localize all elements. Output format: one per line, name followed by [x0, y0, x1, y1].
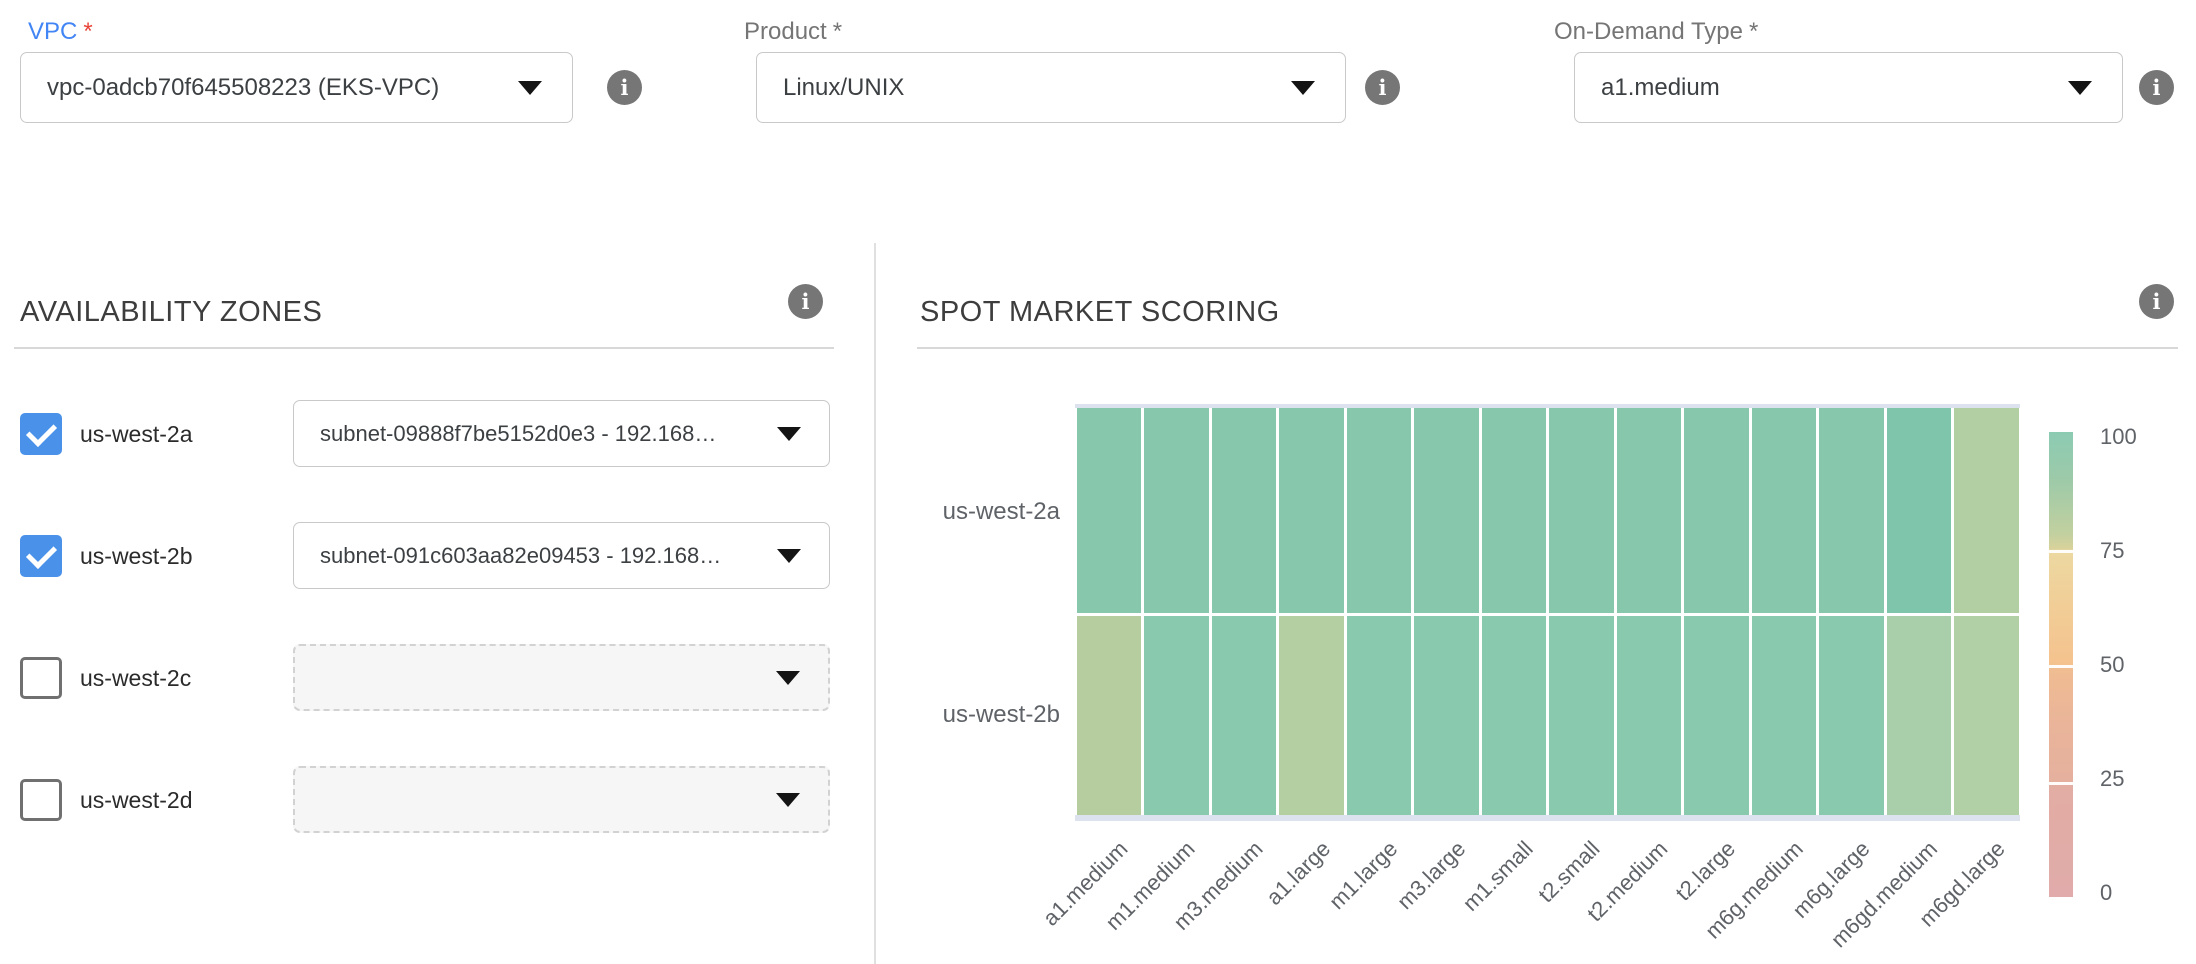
- field-select-value: Linux/UNIX: [783, 74, 904, 102]
- product-info-icon[interactable]: i: [1365, 70, 1400, 105]
- heatmap-cell-us-west-2b-m1.medium: [1144, 616, 1209, 815]
- caret-down-icon: [1291, 81, 1315, 95]
- colorbar-tick-75: 75: [2100, 538, 2124, 564]
- colorbar-segment-gap: [2049, 665, 2073, 668]
- heatmap-cell-us-west-2a-a1.medium: [1077, 408, 1142, 613]
- spot-scoring-heatmap: [1075, 404, 2020, 821]
- field-select-value: vpc-0adcb70f645508223 (EKS-VPC): [47, 74, 439, 102]
- zone-label: us-west-2d: [80, 786, 192, 814]
- heatmap-cell-us-west-2a-a1.large: [1279, 408, 1344, 613]
- heatmap-cell-us-west-2b-t2.small: [1549, 616, 1614, 815]
- required-asterisk: *: [1749, 18, 1758, 45]
- zone-checkbox-us-west-2a[interactable]: [20, 413, 62, 455]
- zone-checkbox-us-west-2c[interactable]: [20, 657, 62, 699]
- spot-configuration-page: AVAILABILITY ZONES i SPOT MARKET SCORING…: [0, 0, 2196, 964]
- availability-zones-info-icon[interactable]: i: [788, 284, 823, 319]
- heatmap-cell-us-west-2b-m6g.large: [1819, 616, 1884, 815]
- x-axis-label-m1.small: m1.small: [1458, 836, 1539, 917]
- heatmap-cell-us-west-2a-m3.large: [1414, 408, 1479, 613]
- field-label: Product*: [744, 18, 842, 46]
- y-axis-label-us-west-2a: us-west-2a: [900, 498, 1060, 526]
- on-demand-type-select[interactable]: a1.medium: [1574, 52, 2123, 123]
- heatmap-cell-us-west-2a-m1.medium: [1144, 408, 1209, 613]
- field-label-text: VPC: [28, 18, 77, 45]
- colorbar-segment-gap: [2049, 550, 2073, 553]
- heatmap-bottom-edge: [1075, 815, 2020, 821]
- heatmap-cell-us-west-2b-t2.medium: [1617, 616, 1682, 815]
- field-label-text: On-Demand Type: [1554, 18, 1743, 45]
- availability-zones-divider: [14, 347, 834, 349]
- subnet-select-value: subnet-091c603aa82e09453 - 192.168…: [320, 543, 721, 569]
- field-label-text: Product: [744, 18, 827, 45]
- colorbar-segment-gap: [2049, 782, 2073, 785]
- zone-label: us-west-2b: [80, 542, 192, 570]
- heatmap-cell-us-west-2a-t2.small: [1549, 408, 1614, 613]
- x-axis-label-m3.large: m3.large: [1392, 836, 1471, 915]
- field-label: On-Demand Type*: [1554, 18, 1758, 46]
- vpc-info-icon[interactable]: i: [607, 70, 642, 105]
- caret-down-icon: [2068, 81, 2092, 95]
- heatmap-cell-us-west-2b-m6gd.large: [1954, 616, 2019, 815]
- spot-market-scoring-title: SPOT MARKET SCORING: [920, 296, 1280, 329]
- subnet-select-us-west-2c[interactable]: [293, 644, 830, 711]
- caret-down-icon: [518, 81, 542, 95]
- on-demand-type-info-icon[interactable]: i: [2139, 70, 2174, 105]
- vpc-select[interactable]: vpc-0adcb70f645508223 (EKS-VPC): [20, 52, 573, 123]
- subnet-select-us-west-2a[interactable]: subnet-09888f7be5152d0e3 - 192.168…: [293, 400, 830, 467]
- heatmap-cell-us-west-2a-m1.small: [1482, 408, 1547, 613]
- heatmap-cell-us-west-2a-m6gd.large: [1954, 408, 2019, 613]
- subnet-select-us-west-2d[interactable]: [293, 766, 830, 833]
- heatmap-cell-us-west-2b-m6g.medium: [1752, 616, 1817, 815]
- heatmap-cell-us-west-2a-m1.large: [1347, 408, 1412, 613]
- heatmap-cell-us-west-2a-m3.medium: [1212, 408, 1277, 613]
- caret-down-icon: [776, 671, 800, 685]
- subnet-select-value: subnet-09888f7be5152d0e3 - 192.168…: [320, 421, 716, 447]
- caret-down-icon: [777, 549, 801, 563]
- heatmap-cell-us-west-2b-m6gd.medium: [1887, 616, 1952, 815]
- colorbar: [2049, 432, 2073, 897]
- vertical-section-divider: [874, 243, 876, 964]
- heatmap-cell-us-west-2a-t2.large: [1684, 408, 1749, 613]
- heatmap-cell-us-west-2b-a1.large: [1279, 616, 1344, 815]
- field-label: VPC*: [28, 18, 93, 46]
- y-axis-label-us-west-2b: us-west-2b: [900, 701, 1060, 729]
- colorbar-tick-50: 50: [2100, 652, 2124, 678]
- required-asterisk: *: [83, 18, 92, 45]
- subnet-select-us-west-2b[interactable]: subnet-091c603aa82e09453 - 192.168…: [293, 522, 830, 589]
- heatmap-cell-us-west-2b-m3.large: [1414, 616, 1479, 815]
- required-asterisk: *: [833, 18, 842, 45]
- heatmap-cell-us-west-2b-t2.large: [1684, 616, 1749, 815]
- caret-down-icon: [776, 793, 800, 807]
- heatmap-cell-us-west-2b-m3.medium: [1212, 616, 1277, 815]
- heatmap-cell-us-west-2b-a1.medium: [1077, 616, 1142, 815]
- colorbar-tick-100: 100: [2100, 424, 2137, 450]
- caret-down-icon: [777, 427, 801, 441]
- colorbar-tick-25: 25: [2100, 766, 2124, 792]
- heatmap-cell-us-west-2a-m6g.large: [1819, 408, 1884, 613]
- zone-checkbox-us-west-2b[interactable]: [20, 535, 62, 577]
- spot-market-scoring-info-icon[interactable]: i: [2139, 284, 2174, 319]
- spot-market-scoring-divider: [917, 347, 2178, 349]
- heatmap-cell-us-west-2a-m6gd.medium: [1887, 408, 1952, 613]
- heatmap-cell-us-west-2a-m6g.medium: [1752, 408, 1817, 613]
- heatmap-cell-us-west-2b-m1.small: [1482, 616, 1547, 815]
- zone-label: us-west-2c: [80, 664, 191, 692]
- zone-checkbox-us-west-2d[interactable]: [20, 779, 62, 821]
- heatmap-cell-us-west-2a-t2.medium: [1617, 408, 1682, 613]
- x-axis-label-a1.large: a1.large: [1261, 836, 1336, 911]
- field-select-value: a1.medium: [1601, 74, 1720, 102]
- colorbar-tick-0: 0: [2100, 880, 2112, 906]
- heatmap-cell-us-west-2b-m1.large: [1347, 616, 1412, 815]
- product-select[interactable]: Linux/UNIX: [756, 52, 1346, 123]
- zone-label: us-west-2a: [80, 420, 192, 448]
- availability-zones-title: AVAILABILITY ZONES: [20, 296, 322, 329]
- x-axis-label-m1.large: m1.large: [1324, 836, 1403, 915]
